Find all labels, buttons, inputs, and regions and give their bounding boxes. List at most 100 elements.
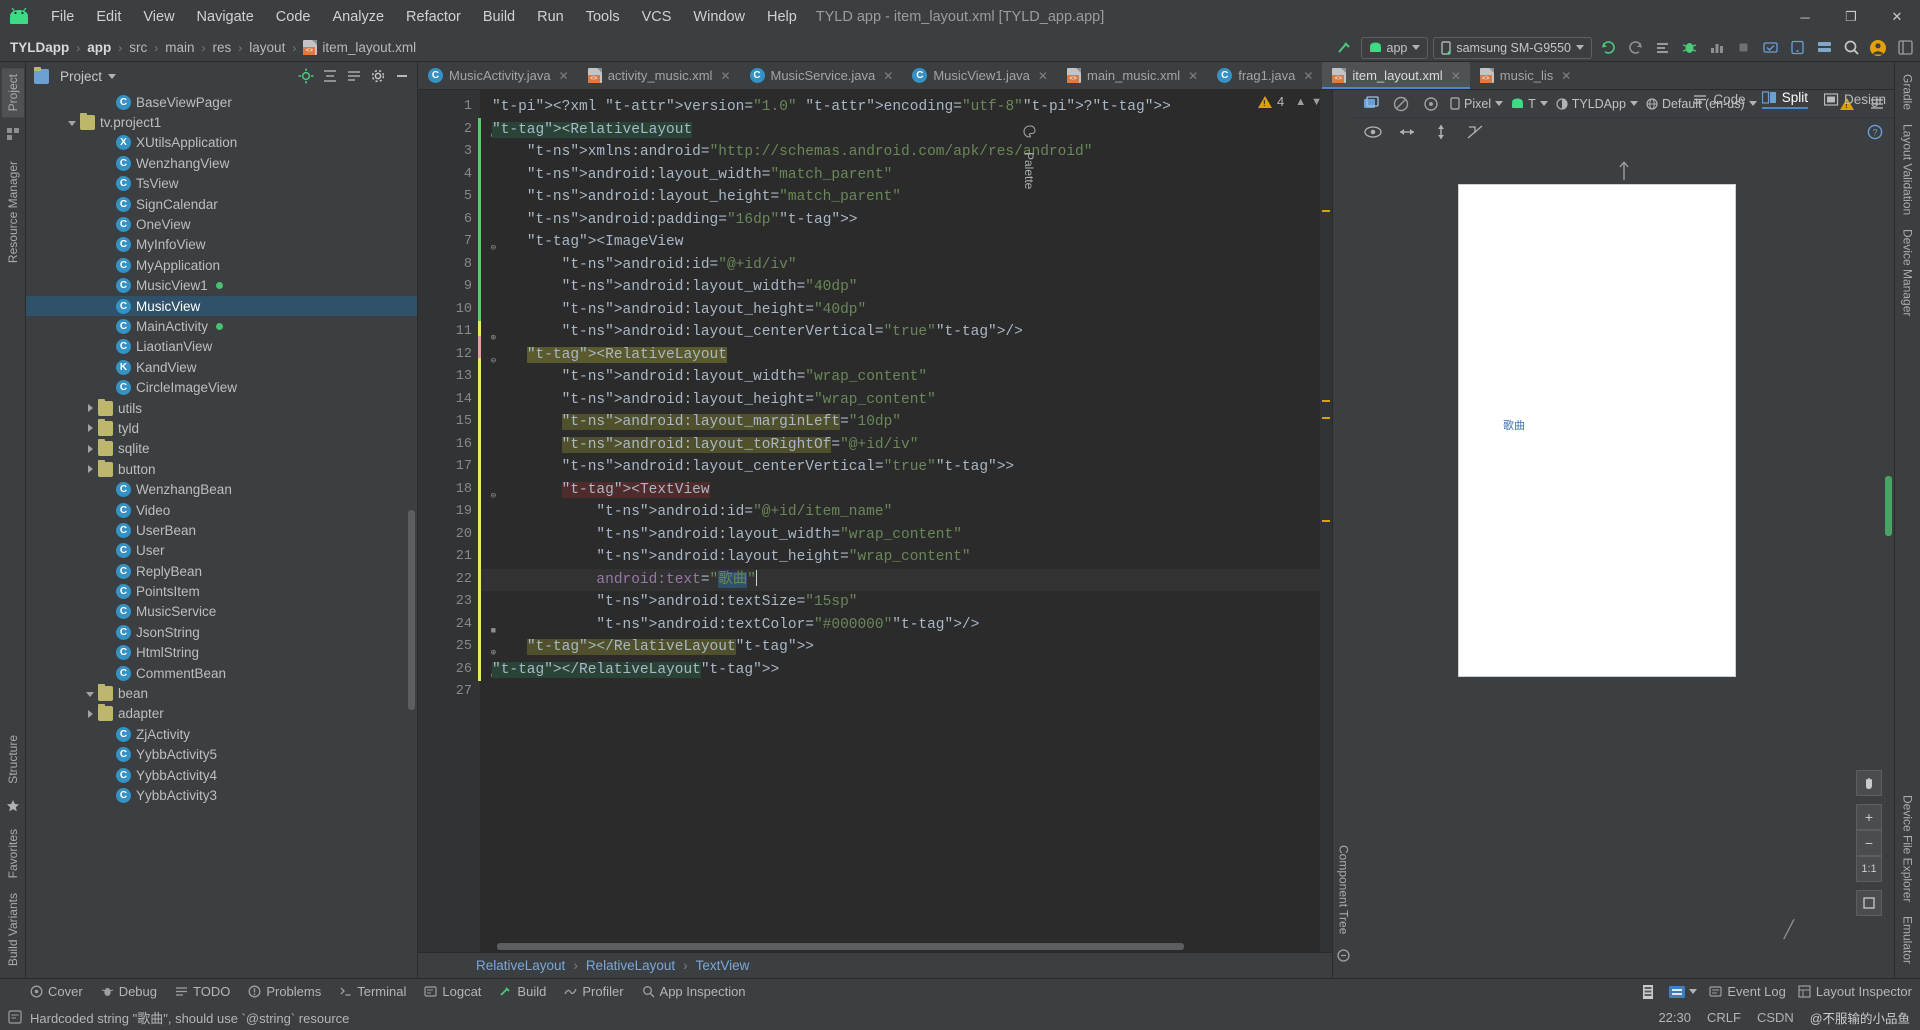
tree-item[interactable]: C YybbActivity3 — [26, 785, 417, 805]
hide-panel-icon[interactable] — [391, 65, 413, 87]
zoom-to-fit-button[interactable] — [1856, 890, 1882, 916]
menu-item-file[interactable]: File — [40, 6, 85, 28]
mode-code[interactable]: Code — [1693, 92, 1746, 107]
code-line[interactable]: "t-tag"><ImageView — [480, 231, 1332, 254]
close-tab-icon[interactable]: ✕ — [1561, 69, 1571, 83]
code-line[interactable]: "t-ns">android:layout_height="wrap_conte… — [480, 389, 1332, 412]
code-line[interactable]: "t-pi"><?xml "t-attr">version="1.0" "t-a… — [480, 96, 1332, 119]
chevron-up-icon[interactable]: ▲ — [1295, 96, 1306, 108]
code-line[interactable]: "t-ns">android:padding="16dp""t-tag">> — [480, 209, 1332, 232]
mode-design[interactable]: Design — [1823, 92, 1886, 107]
zoom-actual-size-button[interactable]: 1:1 — [1856, 856, 1882, 882]
palette-label[interactable]: Palette — [1018, 146, 1040, 195]
sdk-manager-icon[interactable] — [1813, 37, 1835, 59]
close-tab-icon[interactable]: ✕ — [1451, 69, 1461, 83]
menu-item-help[interactable]: Help — [756, 6, 808, 28]
vertical-constraint-icon[interactable] — [1430, 121, 1452, 143]
preview-canvas[interactable]: 歌曲 + − 1:1 ╱ — [1354, 146, 1894, 978]
code-text[interactable]: "t-pi"><?xml "t-attr">version="1.0" "t-a… — [480, 90, 1332, 952]
expand-all-icon[interactable] — [319, 65, 341, 87]
breadcrumb-tyldapp[interactable]: TYLDapp — [10, 40, 69, 55]
preview-help-icon[interactable]: ? — [1864, 121, 1886, 143]
bottom-item-profiler[interactable]: Profiler — [564, 984, 624, 999]
tree-expander-icon[interactable] — [86, 423, 96, 433]
tree-item[interactable]: C UserBean — [26, 520, 417, 540]
breadcrumb-src[interactable]: src — [129, 40, 147, 55]
orientation-icon[interactable] — [1420, 93, 1442, 115]
tree-item[interactable]: C TsView — [26, 174, 417, 194]
tree-item[interactable]: tyld — [26, 418, 417, 438]
api-level-selector[interactable]: T — [1511, 97, 1548, 111]
menu-item-code[interactable]: Code — [265, 6, 322, 28]
rerun-button-icon[interactable] — [1624, 37, 1646, 59]
editor-tab[interactable]: music_lis ✕ — [1470, 62, 1581, 89]
code-line[interactable]: "t-ns">android:id="@+id/iv" — [480, 254, 1332, 277]
tree-expander-icon[interactable] — [86, 403, 96, 413]
menu-item-navigate[interactable]: Navigate — [186, 6, 265, 28]
breadcrumb-main[interactable]: main — [165, 40, 194, 55]
sidebar-item-device-file-explorer[interactable]: Device File Explorer — [1897, 789, 1919, 908]
status-line-separator[interactable]: CRLF — [1707, 1010, 1741, 1025]
component-tree-label[interactable]: Component Tree — [1333, 839, 1355, 940]
warning-marker[interactable] — [1322, 520, 1330, 522]
tree-item[interactable]: C BaseViewPager — [26, 92, 417, 112]
code-line[interactable]: "t-ns">android:layout_height="40dp" — [480, 299, 1332, 322]
pan-hand-icon[interactable] — [1856, 770, 1882, 796]
code-line[interactable] — [480, 681, 1332, 704]
sidebar-item-favorites[interactable]: Favorites — [2, 823, 24, 884]
bottom-item-build[interactable]: Build — [499, 984, 546, 999]
tree-item[interactable]: C MusicView — [26, 295, 417, 317]
zoom-out-button[interactable]: − — [1856, 830, 1882, 856]
menu-item-refactor[interactable]: Refactor — [395, 6, 472, 28]
editor-tab[interactable]: C MusicView1.java ✕ — [902, 62, 1057, 89]
code-line[interactable]: "t-ns">android:layout_width="wrap_conten… — [480, 366, 1332, 389]
apply-changes-icon[interactable] — [1651, 37, 1673, 59]
bottom-item-cover[interactable]: Cover — [30, 984, 83, 999]
preview-textview-sample[interactable]: 歌曲 — [1503, 417, 1525, 433]
run-button-icon[interactable] — [1597, 37, 1619, 59]
favorites-star-icon[interactable] — [2, 795, 24, 817]
close-button[interactable]: ✕ — [1874, 0, 1920, 34]
menu-item-analyze[interactable]: Analyze — [321, 6, 395, 28]
editor-tab[interactable]: Cfrag1.java ✕ — [1207, 62, 1322, 89]
error-marker-strip[interactable] — [1320, 90, 1332, 952]
menu-item-build[interactable]: Build — [472, 6, 526, 28]
warning-marker[interactable] — [1322, 400, 1330, 402]
tree-item[interactable]: C ZjActivity — [26, 724, 417, 744]
code-line[interactable]: "t-ns">android:layout_centerVertical="tr… — [480, 456, 1332, 479]
sidebar-item-emulator[interactable]: Emulator — [1897, 910, 1919, 970]
run-configuration-selector[interactable]: app — [1360, 36, 1429, 59]
tree-item[interactable]: C WenzhangView — [26, 153, 417, 173]
mode-split[interactable]: Split — [1761, 90, 1808, 109]
clear-constraints-icon[interactable] — [1464, 121, 1486, 143]
menu-item-view[interactable]: View — [132, 6, 185, 28]
bottom-item-logcat[interactable]: Logcat — [424, 984, 481, 999]
tree-item[interactable]: adapter — [26, 704, 417, 724]
menu-item-run[interactable]: Run — [526, 6, 575, 28]
editor-tab[interactable]: item_layout.xml ✕ — [1322, 62, 1471, 89]
code-line[interactable]: "t-tag"><RelativeLayout — [480, 344, 1332, 367]
bottom-item-layout-inspector[interactable]: Layout Inspector — [1798, 984, 1912, 999]
tree-item[interactable]: K KandView — [26, 357, 417, 377]
sidebar-item-build-variants[interactable]: Build Variants — [2, 887, 24, 972]
close-tab-icon[interactable]: ✕ — [1303, 69, 1313, 83]
device-type-selector[interactable]: Pixel — [1450, 97, 1504, 111]
tree-item[interactable]: C WenzhangBean — [26, 479, 417, 499]
code-line[interactable]: "t-ns">xmlns:android="http://schemas.and… — [480, 141, 1332, 164]
component-breadcrumb-item-0[interactable]: RelativeLayout — [476, 958, 565, 973]
device-selector[interactable]: samsung SM-G9550 — [1433, 36, 1592, 59]
component-breadcrumb-item-1[interactable]: RelativeLayout — [586, 958, 675, 973]
avd-manager-icon[interactable] — [1786, 37, 1808, 59]
search-everywhere-icon[interactable] — [1840, 37, 1862, 59]
bottom-item-problems[interactable]: Problems — [248, 984, 321, 999]
editor-tab[interactable]: C MusicService.java ✕ — [740, 62, 903, 89]
bottom-item-event-log[interactable]: Event Log — [1709, 984, 1786, 999]
tree-expander-icon[interactable] — [86, 689, 96, 699]
tree-item[interactable]: sqlite — [26, 439, 417, 459]
tree-item[interactable]: C MyApplication — [26, 255, 417, 275]
code-line[interactable]: "t-tag"></RelativeLayout"t-tag">> — [480, 636, 1332, 659]
horizontal-constraint-icon[interactable] — [1396, 121, 1418, 143]
code-line[interactable]: "t-tag"><RelativeLayout — [480, 119, 1332, 142]
code-horizontal-scrollbar[interactable] — [480, 943, 1318, 950]
inspection-widget[interactable]: 4 ▲ ▼ — [1257, 94, 1322, 109]
